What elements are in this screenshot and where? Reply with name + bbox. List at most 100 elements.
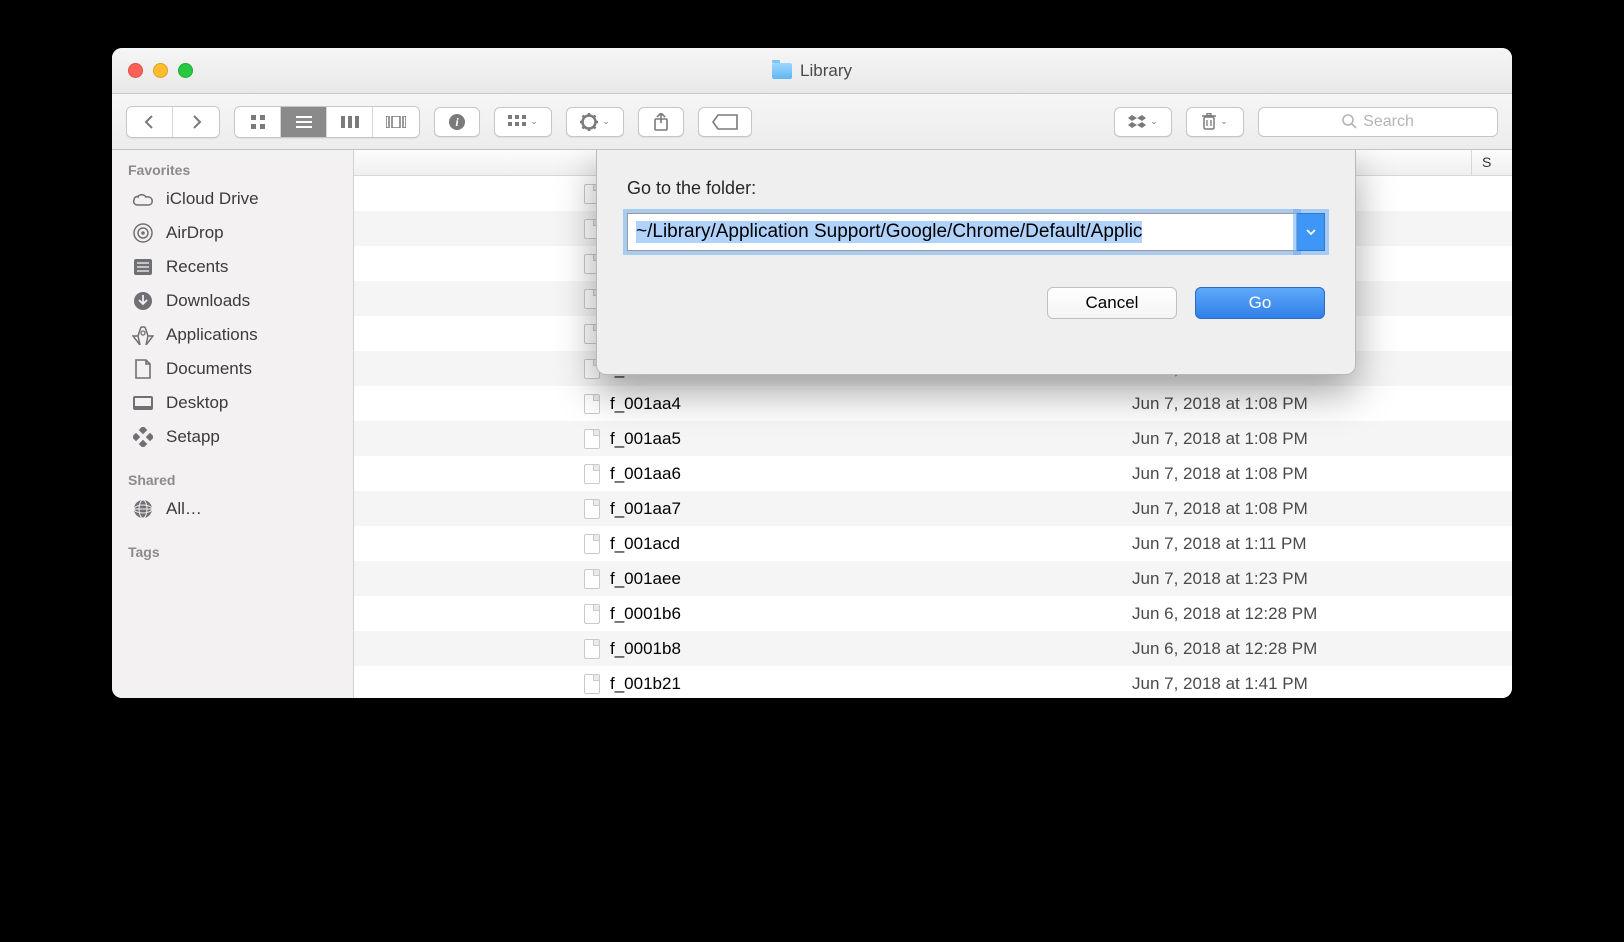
table-row[interactable]: f_001aa5Jun 7, 2018 at 1:08 PM: [354, 421, 1512, 456]
dropbox-button[interactable]: ⌄: [1114, 107, 1172, 137]
table-row[interactable]: f_0001b8 Jun 6, 2018 at 12:28 PM: [354, 631, 1512, 666]
column-view-button[interactable]: [327, 107, 373, 137]
sidebar: Favorites iCloud Drive AirDrop Recents D…: [112, 150, 354, 698]
recents-icon: [132, 256, 154, 278]
arrange-button[interactable]: ⌄: [494, 107, 552, 137]
file-name: f_0001b8: [610, 639, 681, 659]
sidebar-item-label: Documents: [166, 359, 252, 379]
finder-window: Library i: [112, 48, 1512, 698]
sidebar-item-all-network[interactable]: All…: [112, 492, 353, 526]
forward-button[interactable]: [173, 107, 219, 137]
chevron-down-icon: [1306, 229, 1316, 236]
setapp-icon: [132, 426, 154, 448]
sidebar-section-shared: Shared: [112, 466, 353, 492]
search-field[interactable]: Search: [1258, 107, 1498, 137]
airdrop-icon: [132, 222, 154, 244]
action-button[interactable]: ⌄: [566, 107, 624, 137]
file-icon: [584, 639, 600, 659]
file-name: f_0001b6: [610, 604, 681, 624]
file-icon: [584, 394, 600, 414]
cloud-icon: [132, 188, 154, 210]
table-row[interactable]: f_001b21 Jun 7, 2018 at 1:41 PM: [354, 666, 1512, 698]
downloads-icon: [132, 290, 154, 312]
tags-button[interactable]: [698, 107, 752, 137]
file-icon: [584, 429, 600, 449]
file-name: f_001aa7: [610, 499, 681, 519]
file-date: Jun 7, 2018 at 1:23 PM: [1132, 569, 1472, 589]
file-icon: [584, 604, 600, 624]
documents-icon: [132, 358, 154, 380]
file-date: Jun 7, 2018 at 1:08 PM: [1132, 499, 1472, 519]
file-name: f_001aa6: [610, 464, 681, 484]
sidebar-section-favorites: Favorites: [112, 156, 353, 182]
trash-button[interactable]: ⌄: [1186, 107, 1244, 137]
titlebar: Library: [112, 48, 1512, 94]
file-date: Jun 7, 2018 at 1:08 PM: [1132, 394, 1472, 414]
sidebar-item-icloud-drive[interactable]: iCloud Drive: [112, 182, 353, 216]
back-button[interactable]: [127, 107, 173, 137]
file-name: f_001b21: [610, 674, 681, 694]
table-row[interactable]: f_001aa6 Jun 7, 2018 at 1:08 PM: [354, 456, 1512, 491]
traffic-lights: [128, 63, 193, 78]
table-row[interactable]: f_001aa7 Jun 7, 2018 at 1:08 PM: [354, 491, 1512, 526]
file-icon: [584, 534, 600, 554]
file-date: Jun 7, 2018 at 1:41 PM: [1132, 674, 1472, 694]
sidebar-item-label: Applications: [166, 325, 258, 345]
file-date: Jun 6, 2018 at 12:28 PM: [1132, 604, 1472, 624]
window-title-text: Library: [800, 61, 852, 81]
sidebar-item-label: AirDrop: [166, 223, 224, 243]
sidebar-item-label: iCloud Drive: [166, 189, 259, 209]
file-icon: [584, 674, 600, 694]
icon-view-button[interactable]: [235, 107, 281, 137]
table-row[interactable]: f_001acdJun 7, 2018 at 1:11 PM: [354, 526, 1512, 561]
sidebar-item-applications[interactable]: Applications: [112, 318, 353, 352]
sheet-label: Go to the folder:: [627, 178, 1325, 199]
file-date: Jun 6, 2018 at 12:28 PM: [1132, 639, 1472, 659]
table-row[interactable]: f_001aee Jun 7, 2018 at 1:23 PM: [354, 561, 1512, 596]
desktop-icon: [132, 392, 154, 414]
folder-path-input[interactable]: [627, 213, 1297, 251]
info-button[interactable]: i: [434, 107, 480, 137]
sidebar-item-airdrop[interactable]: AirDrop: [112, 216, 353, 250]
sidebar-item-label: Setapp: [166, 427, 220, 447]
fullscreen-button[interactable]: [178, 63, 193, 78]
sidebar-item-recents[interactable]: Recents: [112, 250, 353, 284]
network-icon: [132, 498, 154, 520]
file-icon: [584, 464, 600, 484]
sidebar-item-setapp[interactable]: Setapp: [112, 420, 353, 454]
search-icon: [1342, 114, 1357, 129]
path-history-button[interactable]: [1297, 213, 1325, 251]
file-name: f_001aee: [610, 569, 681, 589]
sidebar-item-documents[interactable]: Documents: [112, 352, 353, 386]
search-placeholder: Search: [1363, 113, 1414, 131]
table-row[interactable]: f_0001b6 Jun 6, 2018 at 12:28 PM: [354, 596, 1512, 631]
file-icon: [584, 499, 600, 519]
sidebar-item-label: All…: [166, 499, 202, 519]
cancel-button[interactable]: Cancel: [1047, 287, 1177, 319]
nav-buttons: [126, 106, 220, 138]
toolbar: i ⌄ ⌄ ⌄ ⌄ Search: [112, 94, 1512, 150]
window-title: Library: [772, 61, 852, 81]
file-list: ified ⌃ S 8 at 9:12 AM8 at 9:12 AM8 at 1…: [354, 150, 1512, 698]
file-name: f_001aa4: [610, 394, 681, 414]
sidebar-item-downloads[interactable]: Downloads: [112, 284, 353, 318]
go-to-folder-sheet: Go to the folder: Cancel Go: [596, 150, 1356, 375]
go-button[interactable]: Go: [1195, 287, 1325, 319]
folder-icon: [772, 63, 792, 79]
gallery-view-button[interactable]: [373, 107, 419, 137]
table-row[interactable]: f_001aa4 Jun 7, 2018 at 1:08 PM: [354, 386, 1512, 421]
sidebar-item-desktop[interactable]: Desktop: [112, 386, 353, 420]
sidebar-item-label: Desktop: [166, 393, 228, 413]
sidebar-item-label: Downloads: [166, 291, 250, 311]
sidebar-item-label: Recents: [166, 257, 228, 277]
file-icon: [584, 569, 600, 589]
file-date: Jun 7, 2018 at 1:08 PM: [1132, 464, 1472, 484]
share-button[interactable]: [638, 107, 684, 137]
file-name: f_001aa5: [610, 429, 681, 449]
list-view-button[interactable]: [281, 107, 327, 137]
applications-icon: [132, 324, 154, 346]
column-header-size[interactable]: S: [1472, 150, 1512, 175]
close-button[interactable]: [128, 63, 143, 78]
minimize-button[interactable]: [153, 63, 168, 78]
sidebar-section-tags: Tags: [112, 538, 353, 564]
